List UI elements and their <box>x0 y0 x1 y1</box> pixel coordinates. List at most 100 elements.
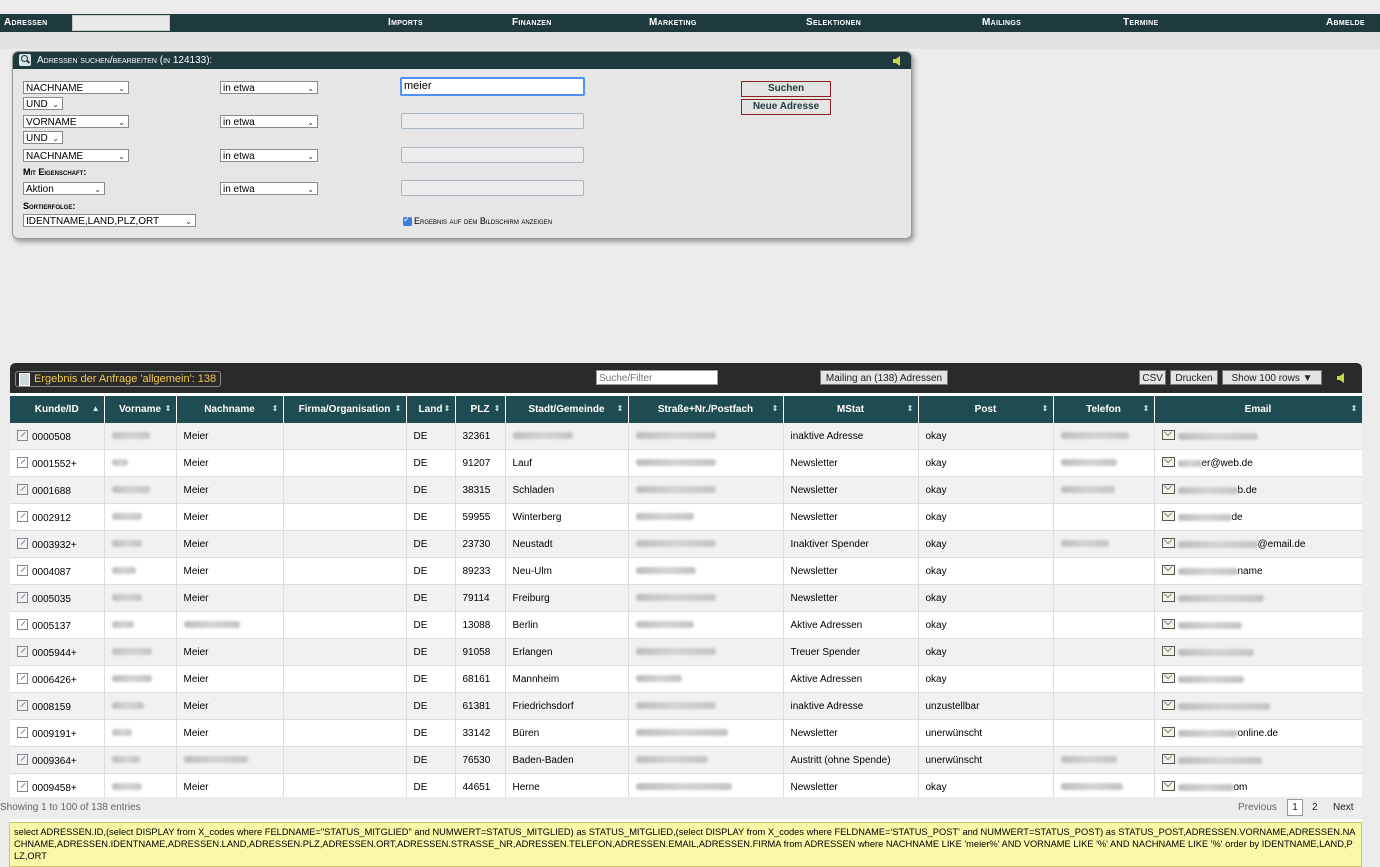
column-header-email[interactable]: Email ⇕ <box>1154 396 1362 423</box>
edit-icon[interactable] <box>17 780 28 792</box>
cell-id[interactable]: 0005137 <box>10 611 105 639</box>
sort-select[interactable]: IDENTNAME,LAND,PLZ,ORT ⌄ <box>23 214 196 227</box>
nav-abmelden[interactable]: Abmelde <box>1326 17 1365 28</box>
table-row[interactable]: 0009364+ DE 76530 Baden-Baden Austritt (ohne… <box>10 746 1362 774</box>
csv-button[interactable]: CSV <box>1139 370 1166 385</box>
cell-id[interactable]: 0009364+ <box>10 746 105 774</box>
operator-select-1[interactable]: in etwa ⌄ <box>220 81 318 94</box>
cell-email[interactable]: b.de <box>1154 476 1362 504</box>
cell-email[interactable] <box>1154 692 1362 720</box>
nav-finanzen[interactable]: Finanzen <box>512 17 552 28</box>
property-select[interactable]: Aktion ⌄ <box>23 182 105 195</box>
table-row[interactable]: 0004087 Meier DE 89233 Neu-Ulm Newsletter okay… <box>10 557 1362 585</box>
pager-next[interactable]: Next <box>1333 802 1354 813</box>
column-header-land[interactable]: Land ⇕ <box>406 396 456 423</box>
edit-icon[interactable] <box>17 618 28 630</box>
table-row[interactable]: 0005137 DE 13088 Berlin Aktive Adressen okay <box>10 611 1362 639</box>
edit-icon[interactable] <box>17 726 28 738</box>
cell-email[interactable] <box>1154 638 1362 666</box>
cell-id[interactable]: 0001552+ <box>10 449 105 477</box>
cell-id[interactable]: 0000508 <box>10 423 105 450</box>
new-address-button[interactable]: Neue Adresse <box>741 99 831 115</box>
table-row[interactable]: 0006426+ Meier DE 68161 Mannheim Aktive Adres… <box>10 665 1362 693</box>
cell-email[interactable] <box>1154 423 1362 450</box>
conjunction-select-2[interactable]: UND ⌄ <box>23 131 63 144</box>
conjunction-select-1[interactable]: UND ⌄ <box>23 97 63 110</box>
pager-page-2[interactable]: 2 <box>1312 802 1318 813</box>
column-header-vorname[interactable]: Vorname ⇕ <box>104 396 177 423</box>
column-header-id[interactable]: Kunde/ID ▲ <box>10 396 105 423</box>
edit-icon[interactable] <box>17 510 28 522</box>
property-value-input[interactable] <box>401 180 584 196</box>
value-input-2[interactable] <box>401 113 584 129</box>
table-row[interactable]: 0005035 Meier DE 79114 Freiburg Newsletter oka… <box>10 584 1362 612</box>
cell-id[interactable]: 0005035 <box>10 584 105 612</box>
cell-email[interactable]: name <box>1154 557 1362 585</box>
nav-quick-search-field[interactable] <box>72 15 170 31</box>
back-arrow-icon[interactable] <box>893 56 900 66</box>
edit-icon[interactable] <box>17 483 28 495</box>
field-select-2[interactable]: VORNAME ⌄ <box>23 115 129 128</box>
edit-icon[interactable] <box>17 672 28 684</box>
cell-id[interactable]: 0005944+ <box>10 638 105 666</box>
cell-email[interactable] <box>1154 584 1362 612</box>
table-row[interactable]: 0000508 Meier DE 32361 inaktive Adresse okay <box>10 423 1362 450</box>
cell-email[interactable] <box>1154 665 1362 693</box>
table-row[interactable]: 0003932+ Meier DE 23730 Neustadt Inaktiver Sp… <box>10 530 1362 558</box>
nav-marketing[interactable]: Marketing <box>649 17 697 28</box>
cell-email[interactable]: er@web.de <box>1154 449 1362 477</box>
nav-selektionen[interactable]: Selektionen <box>806 17 861 28</box>
column-header-nachname[interactable]: Nachname ⇕ <box>176 396 284 423</box>
edit-icon[interactable] <box>17 591 28 603</box>
operator-select-2[interactable]: in etwa ⌄ <box>220 115 318 128</box>
nav-imports[interactable]: Imports <box>388 17 423 28</box>
table-row[interactable]: 0001552+ Meier DE 91207 Lauf Newsletter okay er… <box>10 449 1362 477</box>
column-header-stadt[interactable]: Stadt/Gemeinde ⇕ <box>505 396 629 423</box>
column-header-post[interactable]: Post ⇕ <box>918 396 1054 423</box>
nav-termine[interactable]: Termine <box>1123 17 1158 28</box>
cell-id[interactable]: 0006426+ <box>10 665 105 693</box>
cell-id[interactable]: 0004087 <box>10 557 105 585</box>
value-input-1[interactable]: meier <box>400 77 585 96</box>
nav-mailings[interactable]: Mailings <box>982 17 1021 28</box>
property-operator-select[interactable]: in etwa ⌄ <box>220 182 318 195</box>
table-row[interactable]: 0001688 Meier DE 38315 Schladen Newsletter oka… <box>10 476 1362 504</box>
edit-icon[interactable] <box>17 456 28 468</box>
column-header-strasse[interactable]: Straße+Nr./Postfach ⇕ <box>628 396 784 423</box>
cell-email[interactable] <box>1154 611 1362 639</box>
edit-icon[interactable] <box>17 753 28 765</box>
cell-email[interactable]: @email.de <box>1154 530 1362 558</box>
cell-email[interactable]: de <box>1154 503 1362 531</box>
cell-id[interactable]: 0009191+ <box>10 719 105 747</box>
cell-email[interactable] <box>1154 746 1362 774</box>
table-row[interactable]: 0005944+ Meier DE 91058 Erlangen Treuer Spend… <box>10 638 1362 666</box>
column-header-telefon[interactable]: Telefon ⇕ <box>1053 396 1155 423</box>
nav-adressen[interactable]: Adressen <box>4 17 47 28</box>
field-select-3[interactable]: NACHNAME ⌄ <box>23 149 129 162</box>
cell-id[interactable]: 0002912 <box>10 503 105 531</box>
edit-icon[interactable] <box>17 537 28 549</box>
column-header-plz[interactable]: PLZ ⇕ <box>455 396 506 423</box>
cell-id[interactable]: 0001688 <box>10 476 105 504</box>
rows-per-page-select[interactable]: Show 100 rows ▼ <box>1222 370 1322 385</box>
column-header-firma[interactable]: Firma/Organisation ⇕ <box>283 396 407 423</box>
cell-email[interactable]: online.de <box>1154 719 1362 747</box>
edit-icon[interactable] <box>17 429 28 441</box>
table-row[interactable]: 0002912 Meier DE 59955 Winterberg Newsletter o… <box>10 503 1362 531</box>
results-filter-input[interactable]: Suche/Filter <box>596 370 718 385</box>
edit-icon[interactable] <box>17 564 28 576</box>
column-header-mstat[interactable]: MStat ⇕ <box>783 396 919 423</box>
value-input-3[interactable] <box>401 147 584 163</box>
operator-select-3[interactable]: in etwa ⌄ <box>220 149 318 162</box>
pager-page-1[interactable]: 1 <box>1287 799 1303 816</box>
cell-id[interactable]: 0008159 <box>10 692 105 720</box>
table-row[interactable]: 0009191+ Meier DE 33142 Büren Newsletter unerw… <box>10 719 1362 747</box>
field-select-1[interactable]: NACHNAME ⌄ <box>23 81 129 94</box>
mailing-button[interactable]: Mailing an (138) Adressen <box>820 370 948 385</box>
edit-icon[interactable] <box>17 699 28 711</box>
print-button[interactable]: Drucken <box>1170 370 1218 385</box>
cell-id[interactable]: 0003932+ <box>10 530 105 558</box>
back-arrow-icon[interactable] <box>1337 373 1344 383</box>
show-result-checkbox[interactable] <box>403 214 412 226</box>
pager-previous[interactable]: Previous <box>1238 802 1277 813</box>
